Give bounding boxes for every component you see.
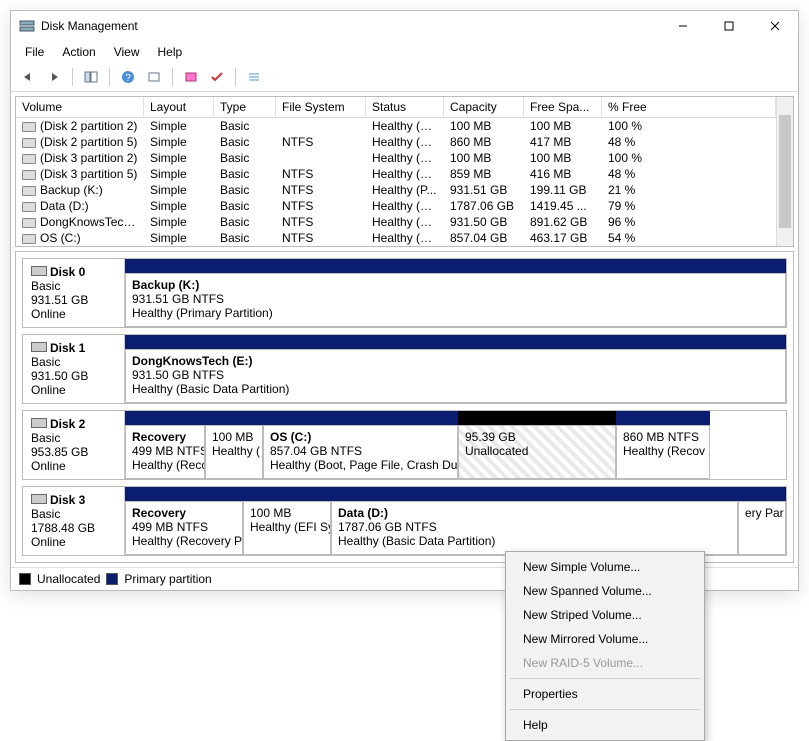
disk-icon [31, 266, 47, 276]
volume-row[interactable]: (Disk 3 partition 5)SimpleBasicNTFSHealt… [16, 166, 776, 182]
col-fs[interactable]: File System [276, 97, 366, 117]
refresh-button[interactable] [143, 66, 165, 88]
menu-help[interactable]: Help [150, 43, 191, 61]
menu-view[interactable]: View [106, 43, 148, 61]
ctx-new-spanned[interactable]: New Spanned Volume... [509, 579, 701, 603]
col-pct[interactable]: % Free [602, 97, 776, 117]
disk-info[interactable]: Disk 2Basic953.85 GBOnline [23, 411, 125, 479]
list-button[interactable] [243, 66, 265, 88]
col-capacity[interactable]: Capacity [444, 97, 524, 117]
legend-swatch-primary [106, 573, 118, 585]
partition[interactable]: 100 MBHealthy ( [205, 425, 263, 479]
disk-map: Disk 0Basic931.51 GBOnlineBackup (K:)931… [15, 251, 794, 563]
disk-info[interactable]: Disk 1Basic931.50 GBOnline [23, 335, 125, 403]
volume-row[interactable]: (Disk 2 partition 5)SimpleBasicNTFSHealt… [16, 134, 776, 150]
disk-row: Disk 3Basic1788.48 GBOnlineRecovery499 M… [22, 486, 787, 556]
minimize-button[interactable] [660, 11, 706, 41]
col-status[interactable]: Status [366, 97, 444, 117]
disk-icon [31, 342, 47, 352]
volume-icon [22, 218, 36, 228]
volume-row[interactable]: Data (D:)SimpleBasicNTFSHealthy (B...178… [16, 198, 776, 214]
toolbar: ? [11, 63, 798, 92]
legend-primary: Primary partition [124, 572, 211, 586]
disk-info[interactable]: Disk 3Basic1788.48 GBOnline [23, 487, 125, 555]
col-layout[interactable]: Layout [144, 97, 214, 117]
volume-row[interactable]: OS (C:)SimpleBasicNTFSHealthy (B...857.0… [16, 230, 776, 246]
forward-button[interactable] [43, 66, 65, 88]
menubar: File Action View Help [11, 41, 798, 63]
scrollbar[interactable] [776, 97, 793, 246]
volume-row[interactable]: Backup (K:)SimpleBasicNTFSHealthy (P...9… [16, 182, 776, 198]
window-title: Disk Management [41, 19, 660, 33]
partition[interactable]: ery Par [738, 501, 786, 555]
partition[interactable]: DongKnowsTech (E:)931.50 GB NTFSHealthy … [125, 349, 786, 403]
volume-row[interactable]: (Disk 3 partition 2)SimpleBasicHealthy (… [16, 150, 776, 166]
partition[interactable]: Backup (K:)931.51 GB NTFSHealthy (Primar… [125, 273, 786, 327]
partition[interactable]: Recovery499 MB NTFSHealthy (Recovery P [125, 501, 243, 555]
partition[interactable]: OS (C:)857.04 GB NTFSHealthy (Boot, Page… [263, 425, 458, 479]
app-icon [19, 18, 35, 34]
col-type[interactable]: Type [214, 97, 276, 117]
close-button[interactable] [752, 11, 798, 41]
partition[interactable]: 100 MBHealthy (EFI Sy [243, 501, 331, 555]
volume-list: Volume Layout Type File System Status Ca… [15, 96, 794, 247]
partition[interactable]: Recovery499 MB NTFSHealthy (Reco [125, 425, 205, 479]
volume-row[interactable]: (Disk 2 partition 2)SimpleBasicHealthy (… [16, 118, 776, 134]
disk-row: Disk 2Basic953.85 GBOnlineRecovery499 MB… [22, 410, 787, 480]
settings-button[interactable] [180, 66, 202, 88]
ctx-help[interactable]: Help [509, 713, 701, 737]
disk-icon [31, 494, 47, 504]
titlebar: Disk Management [11, 11, 798, 41]
disk-row: Disk 0Basic931.51 GBOnlineBackup (K:)931… [22, 258, 787, 328]
disk-management-window: Disk Management File Action View Help ? … [10, 10, 799, 591]
volume-icon [22, 234, 36, 244]
ctx-properties[interactable]: Properties [509, 682, 701, 706]
disk-info[interactable]: Disk 0Basic931.51 GBOnline [23, 259, 125, 327]
column-headers: Volume Layout Type File System Status Ca… [16, 97, 776, 118]
context-menu: New Simple Volume... New Spanned Volume.… [505, 551, 705, 741]
volume-icon [22, 202, 36, 212]
menu-action[interactable]: Action [54, 43, 103, 61]
ctx-new-mirrored[interactable]: New Mirrored Volume... [509, 627, 701, 651]
partition[interactable]: Data (D:)1787.06 GB NTFSHealthy (Basic D… [331, 501, 738, 555]
ctx-new-simple[interactable]: New Simple Volume... [509, 555, 701, 579]
ctx-new-striped[interactable]: New Striped Volume... [509, 603, 701, 627]
volume-icon [22, 138, 36, 148]
partition[interactable]: 860 MB NTFSHealthy (Recov [616, 425, 710, 479]
disk-icon [31, 418, 47, 428]
back-button[interactable] [17, 66, 39, 88]
legend-unallocated: Unallocated [37, 572, 100, 586]
check-button[interactable] [206, 66, 228, 88]
partition-unallocated[interactable]: 95.39 GBUnallocated [458, 425, 616, 479]
volume-icon [22, 186, 36, 196]
volume-row[interactable]: DongKnowsTech (...SimpleBasicNTFSHealthy… [16, 214, 776, 230]
disk-row: Disk 1Basic931.50 GBOnlineDongKnowsTech … [22, 334, 787, 404]
svg-text:?: ? [125, 73, 131, 84]
menu-file[interactable]: File [17, 43, 52, 61]
ctx-new-raid5: New RAID-5 Volume... [509, 651, 701, 675]
help-button[interactable]: ? [117, 66, 139, 88]
show-hide-button[interactable] [80, 66, 102, 88]
volume-icon [22, 170, 36, 180]
volume-icon [22, 122, 36, 132]
col-free[interactable]: Free Spa... [524, 97, 602, 117]
volume-icon [22, 154, 36, 164]
legend-swatch-unallocated [19, 573, 31, 585]
col-volume[interactable]: Volume [16, 97, 144, 117]
maximize-button[interactable] [706, 11, 752, 41]
